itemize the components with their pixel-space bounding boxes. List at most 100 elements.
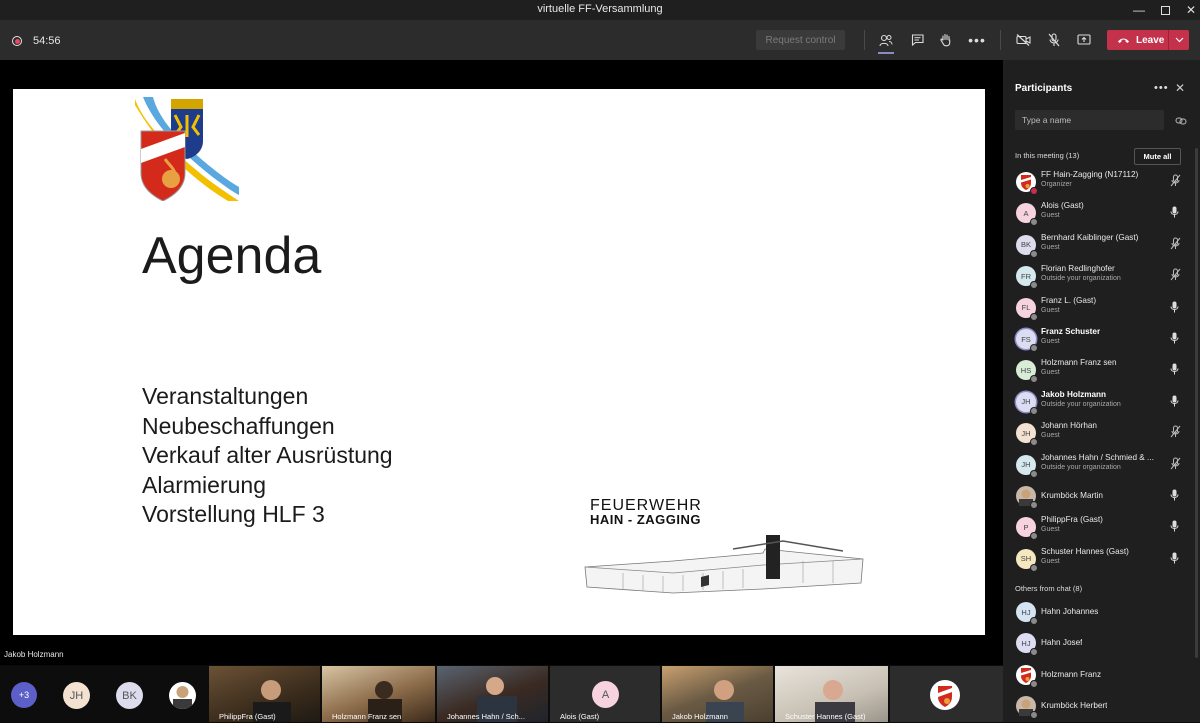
video-tile[interactable]: Jakob Holzmann (662, 666, 773, 722)
chat-participant-row[interactable]: Holzmann Franz (1003, 661, 1200, 692)
participant-name: Florian Redlinghofer (1041, 264, 1115, 274)
participants-panel: Participants ••• ✕ In this meeting (13) … (1003, 60, 1200, 722)
video-tile[interactable]: Johannes Hahn / Sch... (437, 666, 548, 722)
participant-row[interactable]: FL Franz L. (Gast) Guest (1003, 294, 1200, 325)
microphone-off-icon[interactable] (1043, 30, 1065, 50)
fire-department-line1: FEUERWEHR (590, 497, 702, 514)
microphone-muted-icon[interactable] (1170, 237, 1181, 255)
chat-participant-row[interactable]: HJ Hahn Josef (1003, 629, 1200, 660)
microphone-muted-icon[interactable] (1170, 457, 1181, 475)
close-window-icon[interactable]: ✕ (1178, 0, 1200, 20)
participant-role: Guest (1041, 526, 1060, 534)
panel-more-options-icon[interactable]: ••• (1154, 82, 1169, 94)
microphone-muted-icon[interactable] (1170, 268, 1181, 286)
participant-row[interactable]: P PhilippFra (Gast) Guest (1003, 513, 1200, 544)
leave-button[interactable]: Leave (1107, 30, 1189, 50)
toolbar-divider (864, 30, 865, 50)
participant-row[interactable]: FR Florian Redlinghofer Outside your organ… (1003, 262, 1200, 293)
participant-row[interactable]: JH Johannes Hahn / Schmied & ... Outside y… (1003, 451, 1200, 482)
video-tile[interactable]: PhilippFra (Gast) (209, 666, 320, 722)
participant-row[interactable]: A Alois (Gast) Guest (1003, 199, 1200, 230)
presence-status-icon (1030, 438, 1038, 447)
microphone-muted-icon[interactable] (1170, 174, 1181, 192)
chat-icon[interactable] (906, 30, 928, 50)
mute-all-button[interactable]: Mute all (1134, 148, 1181, 165)
participant-row[interactable]: JH Johann Hörhan Guest (1003, 419, 1200, 450)
presence-status-icon (1030, 281, 1038, 290)
participant-role: Guest (1041, 369, 1060, 377)
participant-photo-avatar[interactable] (169, 682, 196, 709)
presence-status-icon (1030, 249, 1038, 258)
microphone-icon[interactable] (1170, 331, 1179, 349)
participant-name: Jakob Holzmann (1041, 389, 1107, 399)
participant-role: Guest (1041, 557, 1060, 565)
leave-dropdown-chevron-icon[interactable] (1168, 30, 1189, 50)
slide-heading: Agenda (142, 227, 322, 285)
participant-row[interactable]: BK Bernhard Kaiblinger (Gast) Guest (1003, 231, 1200, 262)
presence-status-icon (1030, 563, 1038, 572)
more-participants-button[interactable]: +3 (11, 682, 37, 708)
video-tile[interactable]: A Alois (Gast) (550, 666, 660, 722)
video-tile[interactable]: Holzmann Franz sen (322, 666, 435, 722)
video-tile-name: Johannes Hahn / Sch... (447, 712, 525, 721)
chat-participant-row[interactable]: HJ Hahn Johannes (1003, 598, 1200, 629)
participant-role: Guest (1041, 338, 1060, 345)
microphone-muted-icon[interactable] (1170, 425, 1181, 443)
maximize-icon[interactable] (1152, 0, 1178, 20)
presence-status-icon (1030, 679, 1038, 688)
microphone-icon[interactable] (1170, 488, 1179, 506)
participant-name: FF Hain-Zagging (N17112) (1041, 170, 1139, 179)
microphone-icon[interactable] (1170, 519, 1179, 537)
participant-search-field[interactable] (1015, 110, 1164, 130)
panel-scrollbar[interactable] (1195, 148, 1198, 658)
participant-role: Outside your organization (1041, 400, 1121, 408)
title-bar: virtuelle FF-Versammlung — ✕ (0, 0, 1200, 20)
microphone-icon[interactable] (1170, 551, 1179, 569)
share-screen-icon[interactable] (1073, 30, 1095, 50)
presence-status-icon (1030, 187, 1038, 195)
participant-row[interactable]: JH Jakob Holzmann Outside your organizatio… (1003, 388, 1200, 419)
agenda-item: Verkauf alter Ausrüstung (142, 442, 393, 469)
video-tile-name: Jakob Holzmann (672, 712, 728, 721)
microphone-icon[interactable] (1170, 300, 1179, 318)
participant-row[interactable]: FS Franz Schuster Guest (1003, 325, 1200, 356)
presentation-slide: Agenda Veranstaltungen Neubeschaffungen … (13, 89, 985, 635)
participant-avatar[interactable]: JH (63, 682, 90, 709)
participants-icon[interactable] (875, 30, 897, 54)
video-tile[interactable]: Schuster Hannes (Gast) (775, 666, 888, 722)
video-tile-avatar: A (592, 681, 619, 708)
share-invite-link-icon[interactable] (1175, 113, 1187, 131)
participant-role: Outside your organization (1041, 275, 1121, 283)
participant-search-input[interactable] (1015, 110, 1162, 130)
request-control-button[interactable]: Request control (756, 30, 845, 50)
raise-hand-icon[interactable] (935, 30, 957, 50)
agenda-item: Neubeschaffungen (142, 412, 335, 439)
chat-participant-row[interactable]: Krumböck Herbert (1003, 692, 1200, 723)
participant-name: Krumböck Martin (1041, 491, 1103, 500)
participant-row[interactable]: Krumböck Martin (1003, 482, 1200, 513)
microphone-icon[interactable] (1170, 394, 1179, 412)
video-tile[interactable] (890, 666, 1003, 722)
shared-screen-stage: Agenda Veranstaltungen Neubeschaffungen … (0, 60, 1003, 665)
participant-role: Guest (1041, 432, 1060, 440)
hang-up-icon (1118, 38, 1129, 43)
microphone-icon[interactable] (1170, 205, 1179, 223)
presence-status-icon (1030, 218, 1038, 227)
minimize-icon[interactable]: — (1126, 0, 1152, 20)
participant-name: Schuster Hannes (Gast) (1041, 546, 1129, 556)
panel-close-icon[interactable]: ✕ (1175, 81, 1185, 95)
participant-name: Holzmann Franz (1041, 669, 1102, 679)
participant-name: Hahn Johannes (1041, 607, 1099, 616)
participant-avatar[interactable]: BK (116, 682, 143, 709)
more-actions-icon[interactable]: ••• (966, 30, 988, 50)
fire-station-drawing (584, 535, 864, 594)
participant-row[interactable]: SH Schuster Hannes (Gast) Guest (1003, 545, 1200, 576)
camera-off-icon[interactable] (1012, 30, 1034, 50)
participant-name: PhilippFra (Gast) (1041, 515, 1103, 525)
participant-row[interactable]: HS Holzmann Franz sen Guest (1003, 356, 1200, 387)
video-tile-name: PhilippFra (Gast) (219, 712, 276, 721)
presence-status-icon (1030, 648, 1038, 657)
microphone-icon[interactable] (1170, 362, 1179, 380)
video-tile-name: Schuster Hannes (Gast) (785, 712, 866, 721)
participant-row[interactable]: FF Hain-Zagging (N17112) Organizer (1003, 168, 1200, 199)
